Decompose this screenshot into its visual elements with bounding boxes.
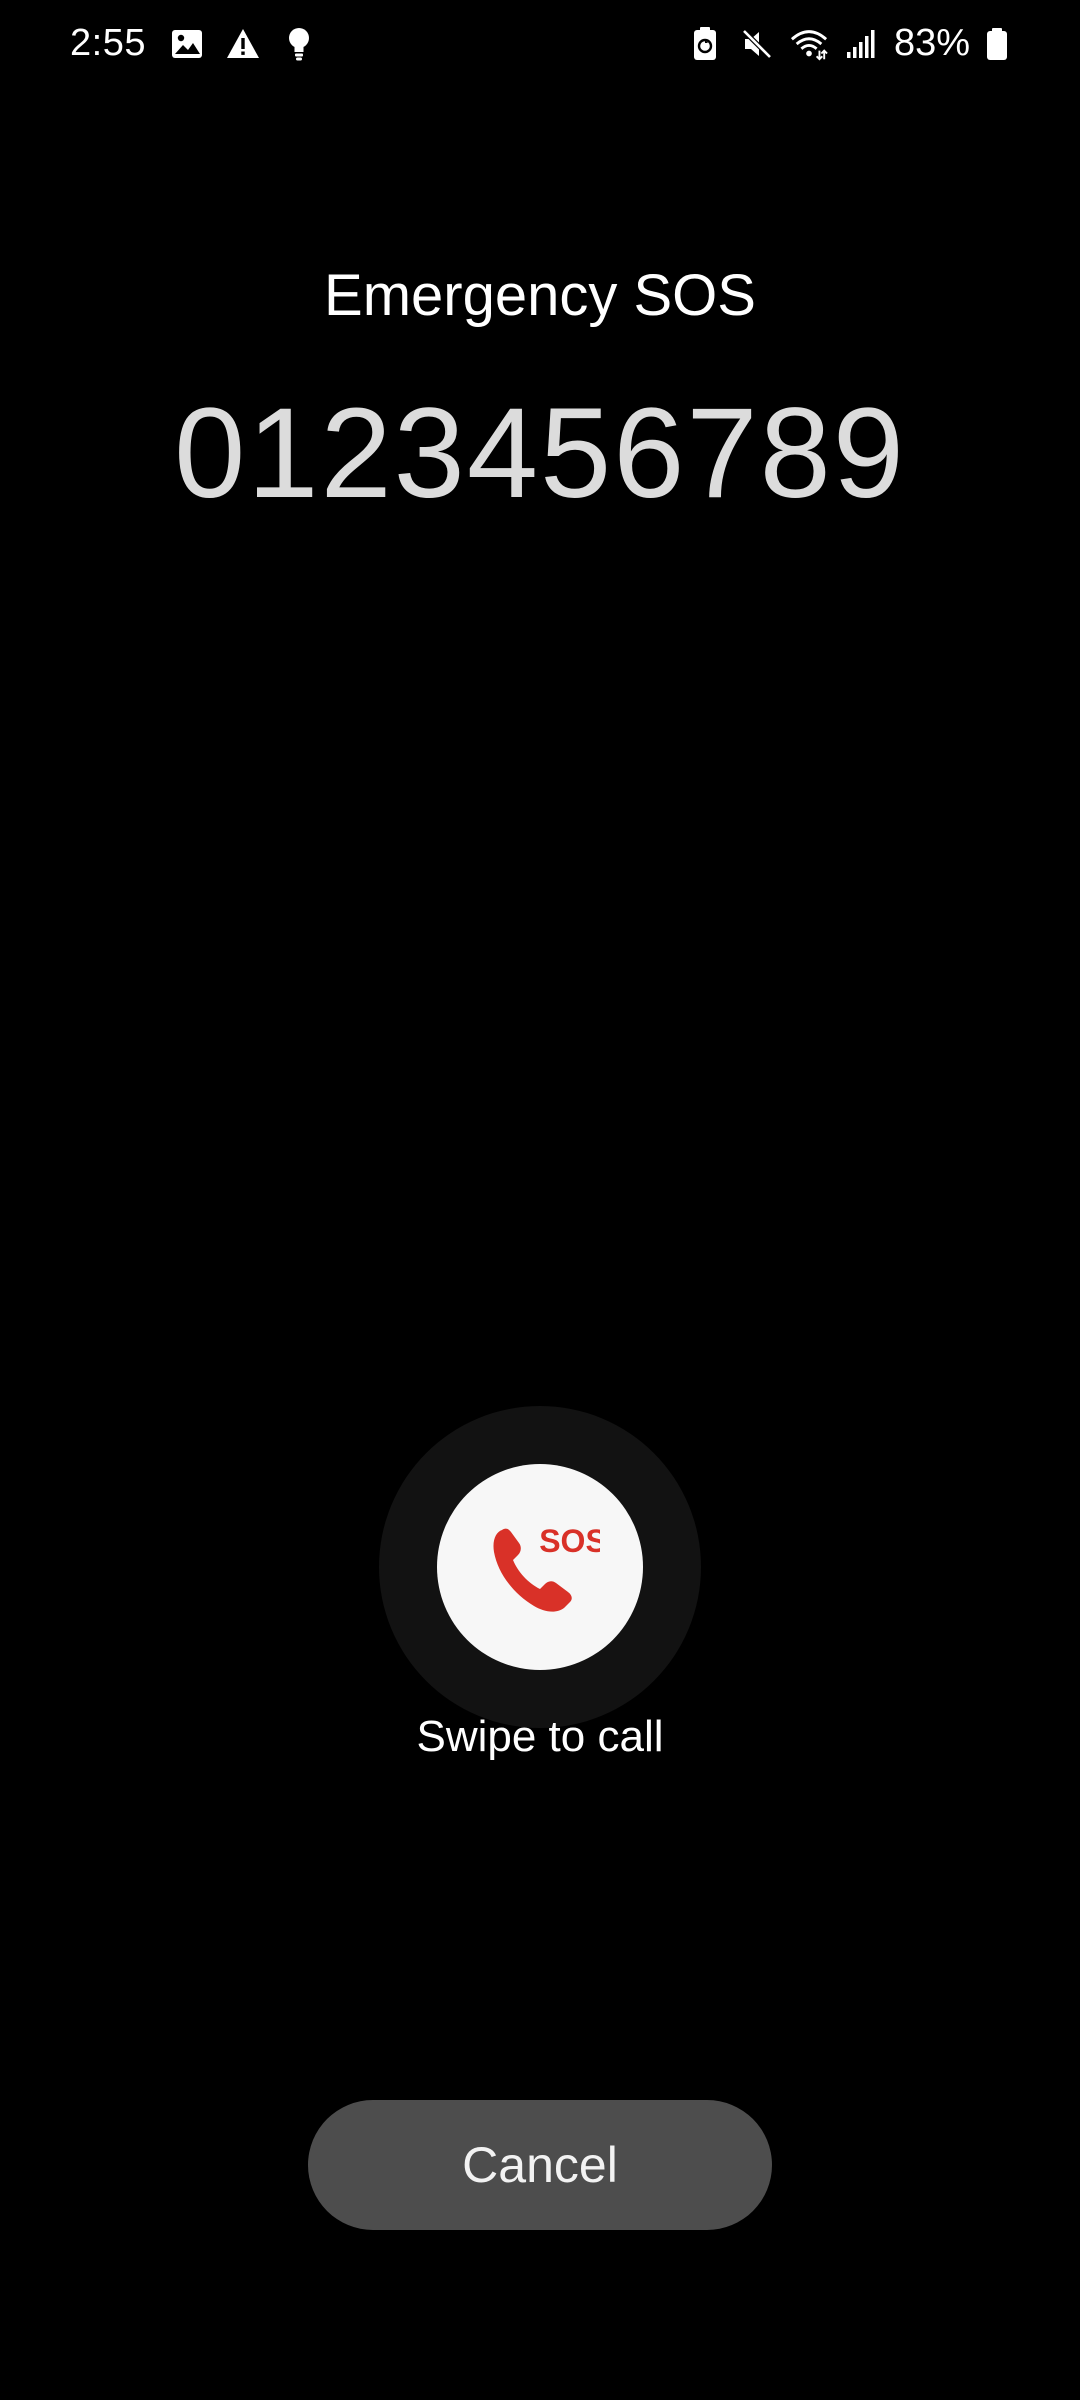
swipe-to-call-label: Swipe to call (416, 1712, 664, 1761)
battery-icon (984, 24, 1010, 64)
status-time: 2:55 (70, 22, 146, 64)
battery-percent: 83% (893, 22, 970, 64)
bulb-icon (280, 24, 318, 64)
battery-saver-icon (686, 24, 724, 64)
cancel-button[interactable]: Cancel (308, 2100, 772, 2230)
sos-badge: SOS (539, 1523, 600, 1559)
status-left: 2:55 (70, 22, 318, 65)
status-bar: 2:55 83% (0, 0, 1080, 96)
signal-icon (842, 24, 880, 64)
wifi-icon (790, 24, 828, 64)
page-title: Emergency SOS (324, 263, 756, 328)
sos-call-button[interactable]: SOS (437, 1464, 643, 1670)
mute-icon (738, 24, 776, 64)
image-icon (168, 24, 206, 64)
status-right: 83% (686, 22, 1010, 65)
sos-phone-icon: SOS (493, 1523, 600, 1612)
emergency-number: 0123456789 (174, 382, 906, 525)
warning-icon (224, 24, 262, 64)
